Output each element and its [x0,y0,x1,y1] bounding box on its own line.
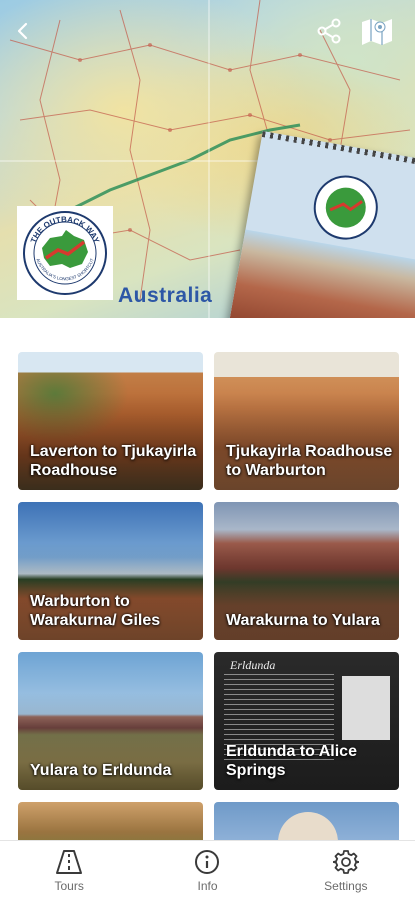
tour-card[interactable]: Laverton to Tjukayirla Roadhouse [18,352,203,490]
map-fold [208,0,210,318]
outback-way-logo: THE OUTBACK WAY AUSTRALIA'S LONGEST SHOR… [17,206,113,300]
tour-card-label: Warakurna to Yulara [226,612,380,629]
nav-label: Info [197,878,218,893]
nav-item-tours[interactable]: Tours [0,841,138,900]
tour-card-label: Laverton to Tjukayirla Roadhouse [30,443,197,479]
tour-card[interactable]: Warakurna to Yulara [214,502,399,640]
tour-card-label: Tjukayirla Roadhouse to Warburton [226,443,393,479]
nav-label: Settings [324,878,368,893]
map-title: Australia [118,284,213,307]
tour-card[interactable]: Warburton to Warakurna/ Giles [18,502,203,640]
sign-title: Erldunda [230,658,276,672]
nav-item-settings[interactable]: Settings [277,841,415,900]
tour-card[interactable]: Yulara to Erldunda [18,652,203,790]
map-icon [362,19,392,45]
tour-card[interactable]: Tjukayirla Roadhouse to Warburton [214,352,399,490]
nav-item-info[interactable]: Info [138,841,276,900]
hero-map-image: THE OUTBACK WAY AUSTRALIA'S LONGEST SHOR… [0,0,415,318]
tour-card[interactable]: Erldunda Erldunda to Alice Springs [214,652,399,790]
info-icon [195,849,220,874]
share-button[interactable] [312,14,346,48]
chevron-left-icon [17,22,28,40]
tour-card-label: Erldunda to Alice Springs [226,743,357,779]
bottom-navigation: Tours Info Settings [0,840,415,900]
road-icon [56,849,83,874]
share-icon [317,18,341,44]
sign-map-image [342,676,390,740]
tour-card-label: Warburton to Warakurna/ Giles [30,593,161,629]
map-button[interactable] [360,14,394,48]
back-button[interactable] [6,14,40,48]
nav-label: Tours [54,878,84,893]
tour-grid: Laverton to Tjukayirla Roadhouse Tjukayi… [0,318,415,840]
book-cover-photo [228,229,415,318]
gear-icon [332,849,359,874]
tour-card[interactable] [214,802,399,840]
book-logo [307,169,384,250]
card-photo-subject [278,812,338,840]
tour-card-label: Yulara to Erldunda [30,762,172,779]
tour-card[interactable] [18,802,203,840]
